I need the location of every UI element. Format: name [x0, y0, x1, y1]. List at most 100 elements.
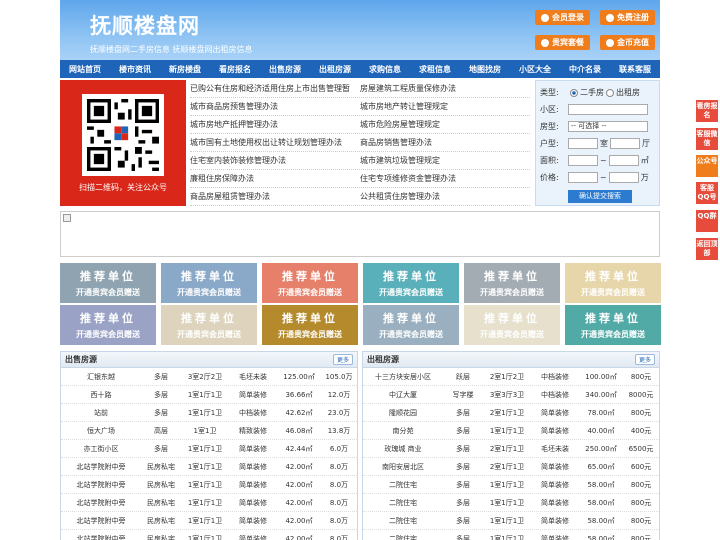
policy-link[interactable]: 廉租住房保障办法 — [190, 173, 360, 184]
nav-agents[interactable]: 中介名录 — [560, 64, 610, 75]
price-min-input[interactable] — [568, 172, 598, 183]
policy-link[interactable]: 城市危险房屋管理规定 — [360, 119, 530, 130]
nav-new-homes[interactable]: 新房楼盘 — [160, 64, 210, 75]
table-cell: 23.0万 — [327, 408, 351, 417]
table-cell: 3室3厅3卫 — [489, 390, 525, 399]
nav-wanted-rent[interactable]: 求租信息 — [410, 64, 460, 75]
table-row[interactable]: 十三方块安居小区 跃层 2室1厅2卫 中档装修 100.00㎡ 800元 — [363, 368, 659, 386]
table-row[interactable]: 站前 多层 1室1厅1卫 中档装修 42.62㎡ 23.0万 — [61, 404, 357, 422]
policy-link[interactable]: 商品房屋租赁管理办法 — [190, 191, 360, 202]
table-cell: 800元 — [630, 480, 652, 489]
list-item: 城市国有土地使用权出让转让规划管理办法 商品房销售管理办法 — [190, 134, 530, 152]
banner-image[interactable] — [60, 211, 660, 257]
site-logo[interactable]: 抚顺楼盘网 — [90, 10, 200, 40]
table-row[interactable]: 北站学院附中旁 民房私宅 1室1厅1卫 简单装修 42.00㎡ 8.0万 — [61, 512, 357, 530]
recommend-tile[interactable]: 推荐单位 开通贵宾会员赠送 — [464, 305, 560, 345]
crown-icon — [541, 38, 549, 47]
room-type-select[interactable]: -- 可选择 -- — [568, 121, 648, 132]
side-viewing-signup[interactable]: 看房报名 — [696, 100, 718, 122]
sale-more-button[interactable]: 更多 — [332, 354, 353, 365]
table-row[interactable]: 北站学院附中旁 民房私宅 1室1厅1卫 简单装修 42.00㎡ 8.0万 — [61, 458, 357, 476]
hall-count-select[interactable] — [610, 138, 640, 149]
nav-viewing-signup[interactable]: 看房报名 — [210, 64, 260, 75]
nav-home[interactable]: 网站首页 — [60, 64, 110, 75]
table-cell: 二院住宅 — [389, 516, 417, 525]
table-row[interactable]: 北站学院附中旁 民房私宅 1室1厅1卫 简单装修 42.00㎡ 8.0万 — [61, 530, 357, 540]
table-row[interactable]: 二院住宅 多层 1室1厅1卫 简单装修 58.00㎡ 800元 — [363, 476, 659, 494]
table-row[interactable]: 恒大广场 高层 1室1卫 精致装修 46.08㎡ 13.8万 — [61, 422, 357, 440]
table-row[interactable]: 北站学院附中旁 民房私宅 1室1厅1卫 简单装修 42.00㎡ 8.0万 — [61, 494, 357, 512]
register-button[interactable]: 免费注册 — [600, 10, 655, 25]
recommend-tile[interactable]: 推荐单位 开通贵宾会员赠送 — [363, 263, 459, 303]
sale-list-title: 出售房源 — [65, 355, 97, 364]
area-min-input[interactable] — [568, 155, 598, 166]
table-row[interactable]: 二院住宅 多层 1室1厅1卫 简单装修 58.00㎡ 800元 — [363, 494, 659, 512]
search-submit-button[interactable]: 确认提交搜索 — [568, 190, 632, 203]
policy-link[interactable]: 已购公有住房和经济适用住房上市出售管理暂 — [190, 83, 360, 94]
policy-link[interactable]: 房屋建筑工程质量保修办法 — [360, 83, 530, 94]
district-input[interactable] — [568, 104, 648, 115]
user-icon — [541, 13, 549, 22]
recommend-tile[interactable]: 推荐单位 开通贵宾会员赠送 — [60, 305, 156, 345]
table-row[interactable]: 南阳安居北区 多层 2室1厅1卫 简单装修 65.00㎡ 600元 — [363, 458, 659, 476]
area-max-input[interactable] — [608, 155, 639, 166]
coin-recharge-button[interactable]: 金币充值 — [600, 35, 655, 50]
login-button[interactable]: 会员登录 — [535, 10, 590, 25]
recommend-tile[interactable]: 推荐单位 开通贵宾会员赠送 — [262, 263, 358, 303]
recommend-tile[interactable]: 推荐单位 开通贵宾会员赠送 — [464, 263, 560, 303]
nav-wanted-buy[interactable]: 求购信息 — [360, 64, 410, 75]
table-cell: 1室1卫 — [193, 426, 217, 435]
policy-link[interactable]: 商品房销售管理办法 — [360, 137, 530, 148]
table-cell: 简单装修 — [239, 480, 267, 489]
recommend-tile[interactable]: 推荐单位 开通贵宾会员赠送 — [60, 263, 156, 303]
table-cell: 58.00㎡ — [587, 516, 615, 525]
recommend-tile[interactable]: 推荐单位 开通贵宾会员赠送 — [161, 305, 257, 345]
nav-communities[interactable]: 小区大全 — [510, 64, 560, 75]
policy-link[interactable]: 城市国有土地使用权出让转让规划管理办法 — [190, 137, 360, 148]
recommend-tile[interactable]: 推荐单位 开通贵宾会员赠送 — [565, 305, 661, 345]
policy-link[interactable]: 城市商品房预售管理办法 — [190, 101, 360, 112]
table-row[interactable]: 汇银东越 多层 3室2厅2卫 毛坯未装 125.00㎡ 105.0万 — [61, 368, 357, 386]
nav-contact[interactable]: 联系客服 — [610, 64, 660, 75]
policy-link[interactable]: 城市建筑垃圾管理规定 — [360, 155, 530, 166]
table-row[interactable]: 西十路 多层 1室1厅1卫 简单装修 36.66㎡ 12.0万 — [61, 386, 357, 404]
policy-link[interactable]: 城市房地产抵押管理办法 — [190, 119, 360, 130]
table-row[interactable]: 二院住宅 多层 1室1厅1卫 简单装修 58.00㎡ 800元 — [363, 530, 659, 540]
policy-link[interactable]: 住宅专项维修资金管理办法 — [360, 173, 530, 184]
table-cell: 8.0万 — [329, 534, 349, 540]
nav-for-rent[interactable]: 出租房源 — [310, 64, 360, 75]
table-cell: 12.0万 — [327, 390, 351, 399]
vip-package-button[interactable]: 贵宾套餐 — [535, 35, 590, 50]
table-cell: 42.00㎡ — [285, 462, 313, 471]
table-row[interactable]: 北站学院附中旁 民房私宅 1室1厅1卫 简单装修 42.00㎡ 8.0万 — [61, 476, 357, 494]
radio-secondhand[interactable] — [570, 88, 578, 97]
nav-for-sale[interactable]: 出售房源 — [260, 64, 310, 75]
nav-map-search[interactable]: 地图找房 — [460, 64, 510, 75]
recommend-tile[interactable]: 推荐单位 开通贵宾会员赠送 — [363, 305, 459, 345]
side-service-wechat[interactable]: 客服微信 — [696, 128, 718, 150]
table-row[interactable]: 中辽大厦 写字楼 3室3厅3卫 中档装修 340.00㎡ 8000元 — [363, 386, 659, 404]
table-row[interactable]: 玫瑰城 商业 多层 2室1厅1卫 毛坯未装 250.00㎡ 6500元 — [363, 440, 659, 458]
table-cell: 民房私宅 — [147, 516, 175, 525]
recommend-tile[interactable]: 推荐单位 开通贵宾会员赠送 — [262, 305, 358, 345]
table-cell: 125.00㎡ — [283, 372, 315, 381]
price-max-input[interactable] — [608, 172, 639, 183]
table-row[interactable]: 亦工街小区 多层 1室1厅1卫 简单装修 42.44㎡ 6.0万 — [61, 440, 357, 458]
side-official-account[interactable]: 公众号 — [696, 155, 718, 177]
table-row[interactable]: 二院住宅 多层 1室1厅1卫 简单装修 58.00㎡ 800元 — [363, 512, 659, 530]
policy-link[interactable]: 住宅室内装饰装修管理办法 — [190, 155, 360, 166]
table-row[interactable]: 南分苑 多层 1室1厅1卫 简单装修 40.00㎡ 400元 — [363, 422, 659, 440]
policy-link[interactable]: 公共租赁住房管理办法 — [360, 191, 530, 202]
room-count-select[interactable] — [568, 138, 598, 149]
policy-link[interactable]: 城市房地产转让管理规定 — [360, 101, 530, 112]
side-qq-group[interactable]: QQ群 — [696, 210, 718, 232]
nav-news[interactable]: 楼市资讯 — [110, 64, 160, 75]
rent-more-button[interactable]: 更多 — [634, 354, 655, 365]
recommend-tile[interactable]: 推荐单位 开通贵宾会员赠送 — [161, 263, 257, 303]
recommend-tile[interactable]: 推荐单位 开通贵宾会员赠送 — [565, 263, 661, 303]
radio-rental[interactable] — [606, 88, 614, 97]
side-service-qq[interactable]: 客服QQ号 — [696, 182, 718, 204]
table-row[interactable]: 隆顺花园 多层 2室1厅1卫 简单装修 78.00㎡ 800元 — [363, 404, 659, 422]
side-back-to-top[interactable]: 返回顶部 — [696, 238, 718, 260]
price-label: 价格: — [540, 173, 559, 182]
